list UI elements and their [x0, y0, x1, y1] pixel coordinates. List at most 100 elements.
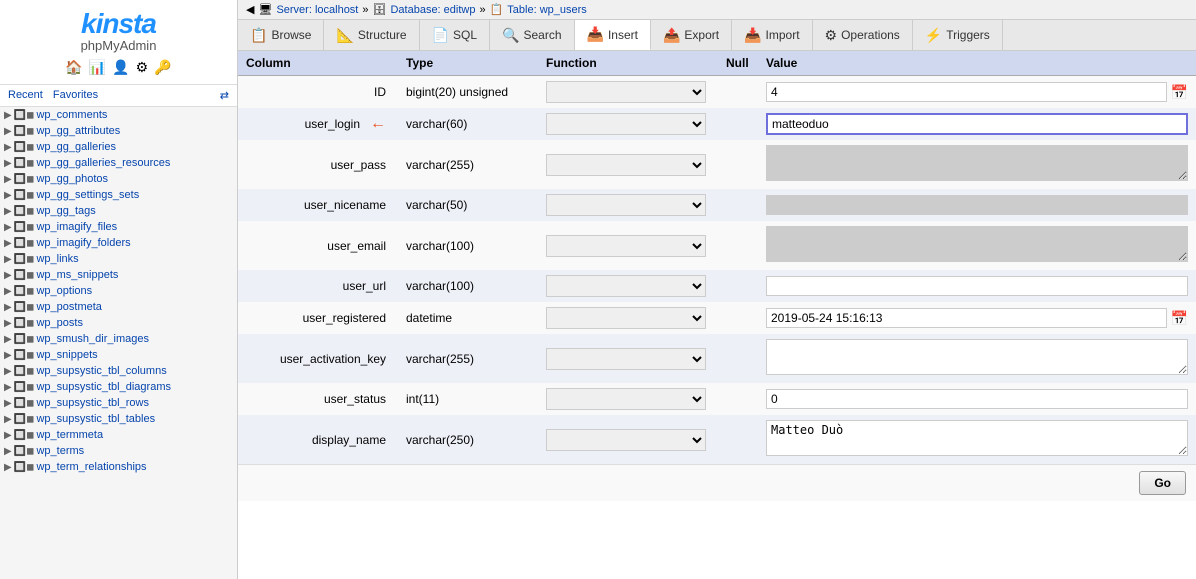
- sidebar-item-wp_gg_attributes[interactable]: ▶🔲◼wp_gg_attributes: [0, 123, 237, 139]
- value-textarea[interactable]: [766, 145, 1188, 181]
- sidebar-item-wp_links[interactable]: ▶🔲◼wp_links: [0, 251, 237, 267]
- arrow-icon: ▶: [4, 318, 12, 329]
- value-input[interactable]: [766, 389, 1188, 409]
- sidebar-item-wp_comments[interactable]: ▶🔲◼wp_comments: [0, 107, 237, 123]
- column-null-cell: [718, 383, 758, 415]
- sidebar-item-label: wp_links: [36, 253, 78, 265]
- function-select[interactable]: [546, 348, 706, 370]
- sidebar-item-wp_gg_galleries_resources[interactable]: ▶🔲◼wp_gg_galleries_resources: [0, 155, 237, 171]
- sidebar-item-label: wp_ms_snippets: [36, 269, 118, 281]
- type-text: varchar(50): [406, 198, 467, 212]
- table-icons: 🔲◼: [14, 302, 35, 313]
- column-name-cell: ID: [238, 76, 398, 109]
- value-textarea[interactable]: [766, 339, 1188, 375]
- value-textarea[interactable]: Matteo Duò: [766, 420, 1188, 456]
- toolbar-btn-export[interactable]: 📤Export: [651, 20, 732, 50]
- favorites-link[interactable]: Favorites: [53, 89, 98, 102]
- sidebar-item-wp_termmeta[interactable]: ▶🔲◼wp_termmeta: [0, 427, 237, 443]
- table-icons: 🔲◼: [14, 174, 35, 185]
- back-button[interactable]: ◀: [246, 3, 254, 16]
- column-value-cell: [758, 140, 1196, 189]
- function-select[interactable]: [546, 194, 706, 216]
- expand-icon[interactable]: ⇄: [220, 89, 229, 102]
- sidebar-item-wp_gg_tags[interactable]: ▶🔲◼wp_gg_tags: [0, 203, 237, 219]
- sidebar-item-wp_term_relationships[interactable]: ▶🔲◼wp_term_relationships: [0, 459, 237, 475]
- sidebar-item-wp_gg_settings_sets[interactable]: ▶🔲◼wp_gg_settings_sets: [0, 187, 237, 203]
- toolbar-btn-triggers[interactable]: ⚡Triggers: [913, 20, 1003, 50]
- toolbar-label: Structure: [358, 28, 407, 42]
- column-function-cell: [538, 221, 718, 270]
- function-select[interactable]: [546, 81, 706, 103]
- home-icon[interactable]: 🏠: [65, 59, 82, 76]
- sidebar-item-wp_gg_photos[interactable]: ▶🔲◼wp_gg_photos: [0, 171, 237, 187]
- value-input[interactable]: [766, 113, 1188, 135]
- function-select[interactable]: [546, 113, 706, 135]
- sidebar-item-wp_postmeta[interactable]: ▶🔲◼wp_postmeta: [0, 299, 237, 315]
- value-input[interactable]: [766, 308, 1167, 328]
- sidebar-item-wp_smush_dir_images[interactable]: ▶🔲◼wp_smush_dir_images: [0, 331, 237, 347]
- sidebar-item-wp_terms[interactable]: ▶🔲◼wp_terms: [0, 443, 237, 459]
- value-textarea[interactable]: [766, 226, 1188, 262]
- toolbar-btn-sql[interactable]: 📄SQL: [420, 20, 490, 50]
- arrow-icon: ▶: [4, 462, 12, 473]
- sidebar-item-wp_posts[interactable]: ▶🔲◼wp_posts: [0, 315, 237, 331]
- arrow-icon: ▶: [4, 414, 12, 425]
- browse-icon: 📋: [250, 27, 267, 44]
- sidebar-item-label: wp_term_relationships: [36, 461, 146, 473]
- toolbar-label: Search: [523, 28, 561, 42]
- arrow-icon: ▶: [4, 222, 12, 233]
- toolbar-label: Browse: [271, 28, 311, 42]
- sidebar-item-wp_ms_snippets[interactable]: ▶🔲◼wp_ms_snippets: [0, 267, 237, 283]
- arrow-icon: ▶: [4, 302, 12, 313]
- type-text: varchar(255): [406, 352, 474, 366]
- toolbar-btn-operations[interactable]: ⚙Operations: [813, 20, 913, 50]
- toolbar-btn-structure[interactable]: 📐Structure: [324, 20, 419, 50]
- value-input[interactable]: [766, 82, 1167, 102]
- calendar-icon[interactable]: 📅: [1171, 310, 1188, 327]
- toolbar-btn-import[interactable]: 📥Import: [732, 20, 812, 50]
- value-input[interactable]: [766, 276, 1188, 296]
- user-icon[interactable]: 👤: [112, 59, 129, 76]
- breadcrumb: ◀ 🖥 Server: localhost » 🗄 Database: edit…: [238, 0, 1196, 20]
- calendar-icon[interactable]: 📅: [1171, 84, 1188, 101]
- search-icon: 🔍: [502, 27, 519, 44]
- column-value-cell: [758, 221, 1196, 270]
- go-button[interactable]: Go: [1139, 471, 1186, 495]
- sidebar-item-wp_snippets[interactable]: ▶🔲◼wp_snippets: [0, 347, 237, 363]
- toolbar-btn-browse[interactable]: 📋 Browse: [238, 20, 324, 50]
- recent-link[interactable]: Recent: [8, 89, 43, 102]
- db-icon[interactable]: 📊: [89, 59, 106, 76]
- table-row: IDbigint(20) unsigned 📅: [238, 76, 1196, 109]
- sidebar-item-wp_imagify_folders[interactable]: ▶🔲◼wp_imagify_folders: [0, 235, 237, 251]
- sidebar-item-wp_supsystic_tbl_rows[interactable]: ▶🔲◼wp_supsystic_tbl_rows: [0, 395, 237, 411]
- table-icons: 🔲◼: [14, 350, 35, 361]
- sidebar-item-label: wp_options: [36, 285, 92, 297]
- function-select[interactable]: [546, 429, 706, 451]
- table-icons: 🔲◼: [14, 190, 35, 201]
- function-select[interactable]: [546, 235, 706, 257]
- key-icon[interactable]: 🔑: [154, 59, 171, 76]
- sidebar-item-wp_gg_galleries[interactable]: ▶🔲◼wp_gg_galleries: [0, 139, 237, 155]
- sidebar-item-wp_imagify_files[interactable]: ▶🔲◼wp_imagify_files: [0, 219, 237, 235]
- value-input[interactable]: [766, 195, 1188, 215]
- sidebar-item-wp_supsystic_tbl_tables[interactable]: ▶🔲◼wp_supsystic_tbl_tables: [0, 411, 237, 427]
- function-select[interactable]: [546, 154, 706, 176]
- settings-icon[interactable]: ⚙: [136, 59, 149, 76]
- function-select[interactable]: [546, 388, 706, 410]
- function-select[interactable]: [546, 275, 706, 297]
- table-icons: 🔲◼: [14, 110, 35, 121]
- column-name-text: user_login: [305, 117, 360, 131]
- database-link[interactable]: Database: editwp: [390, 4, 475, 16]
- table-icons: 🔲◼: [14, 366, 35, 377]
- sidebar-item-wp_options[interactable]: ▶🔲◼wp_options: [0, 283, 237, 299]
- server-link[interactable]: Server: localhost: [276, 4, 358, 16]
- table-link[interactable]: Table: wp_users: [507, 4, 587, 16]
- sidebar-item-wp_supsystic_tbl_diagrams[interactable]: ▶🔲◼wp_supsystic_tbl_diagrams: [0, 379, 237, 395]
- function-select[interactable]: [546, 307, 706, 329]
- toolbar-btn-insert[interactable]: 📥Insert: [575, 20, 651, 50]
- column-name-cell: user_nicename: [238, 189, 398, 221]
- sidebar-item-wp_supsystic_tbl_columns[interactable]: ▶🔲◼wp_supsystic_tbl_columns: [0, 363, 237, 379]
- export-icon: 📤: [663, 27, 680, 44]
- arrow-icon: ▶: [4, 190, 12, 201]
- toolbar-btn-search[interactable]: 🔍 Search: [490, 20, 574, 50]
